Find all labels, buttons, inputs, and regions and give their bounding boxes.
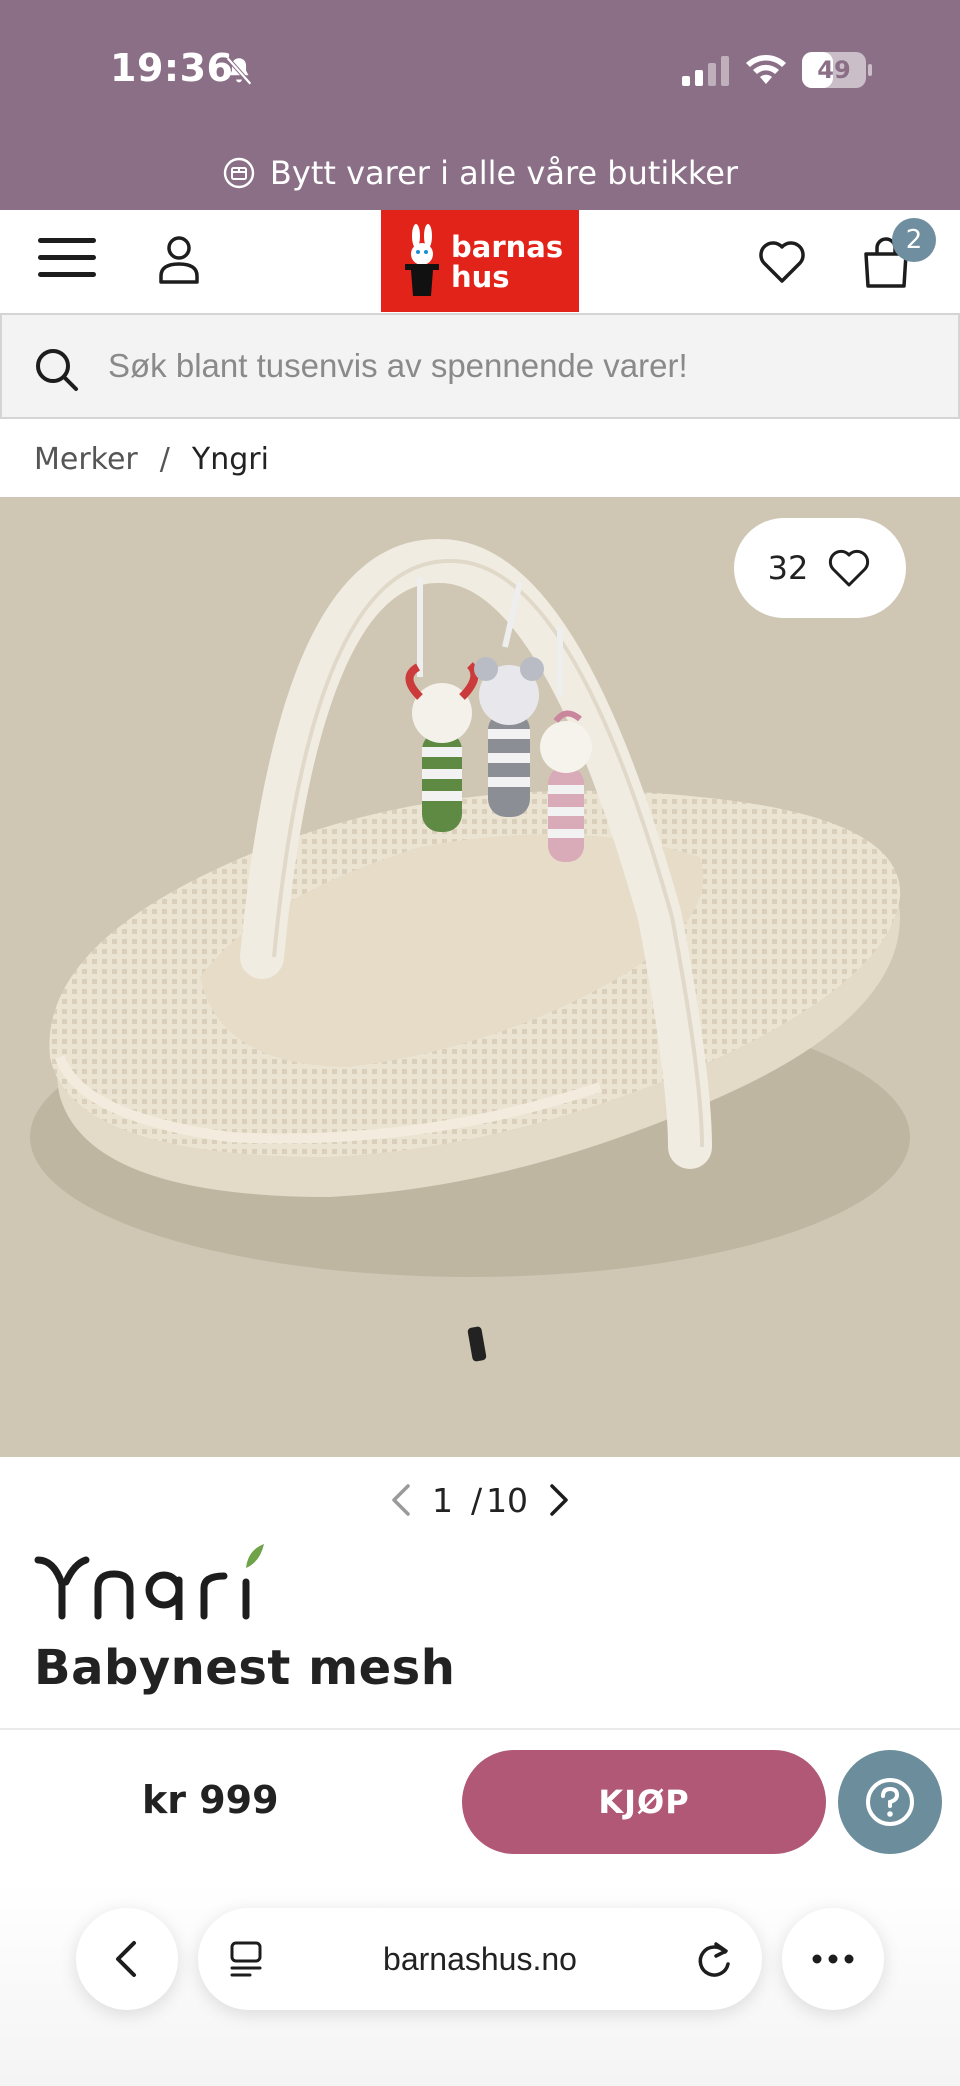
heart-icon[interactable] xyxy=(756,236,808,286)
logo-line-2: hus xyxy=(451,260,510,294)
signal-icon xyxy=(682,56,729,86)
reader-icon[interactable] xyxy=(228,1940,264,1978)
browser-address-bar[interactable]: barnashus.no xyxy=(198,1908,762,2010)
product-price: kr 999 xyxy=(142,1778,279,1822)
chevron-right-icon[interactable] xyxy=(546,1482,572,1518)
cart-count-badge[interactable]: 2 xyxy=(892,218,936,262)
image-pager: 1 / 10 xyxy=(380,1476,580,1524)
pager-total: 10 xyxy=(486,1480,529,1520)
back-icon xyxy=(116,1941,136,1977)
browser-domain: barnashus.no xyxy=(383,1941,577,1977)
search-icon[interactable] xyxy=(32,345,80,393)
help-button[interactable] xyxy=(838,1750,942,1854)
breadcrumb-separator: / xyxy=(159,441,170,477)
battery-level: 49 xyxy=(817,56,851,84)
search-bar xyxy=(0,313,960,419)
search-input[interactable] xyxy=(108,315,938,417)
divider xyxy=(0,1728,960,1730)
heart-icon xyxy=(829,549,870,587)
favorite-count-button[interactable]: 32 xyxy=(734,518,906,618)
product-image[interactable] xyxy=(0,497,960,1457)
logo-wordmark: barnas hus xyxy=(451,232,563,292)
chevron-left-icon[interactable] xyxy=(388,1482,414,1518)
bunny-logo-icon xyxy=(405,224,439,296)
promo-banner[interactable]: Bytt varer i alle våre butikker xyxy=(0,148,960,198)
promo-text: Bytt varer i alle våre butikker xyxy=(269,154,739,192)
user-icon[interactable] xyxy=(154,230,204,290)
browser-more-button[interactable] xyxy=(782,1908,884,2010)
battery-icon: 49 xyxy=(802,52,872,88)
reload-icon[interactable] xyxy=(694,1938,734,1980)
breadcrumb: Merker / Yngri xyxy=(34,436,269,482)
brand-logo-yngri[interactable] xyxy=(34,1540,274,1620)
browser-back-button[interactable] xyxy=(76,1908,178,2010)
babynest-illustration xyxy=(30,539,910,1362)
menu-icon[interactable] xyxy=(38,238,96,284)
status-time: 19:36 xyxy=(110,46,234,90)
bell-off-icon xyxy=(226,56,252,86)
question-icon xyxy=(866,1778,914,1826)
pager-separator: / xyxy=(470,1480,483,1520)
more-icon xyxy=(812,1954,854,1964)
logo-line-1: barnas xyxy=(451,230,564,264)
barnashus-logo[interactable]: barnas hus xyxy=(381,210,579,312)
exchange-icon xyxy=(223,157,255,189)
breadcrumb-link-merker[interactable]: Merker xyxy=(34,442,138,477)
pager-current: 1 xyxy=(431,1480,453,1520)
site-header: barnas hus xyxy=(0,210,960,312)
wifi-icon xyxy=(746,55,786,84)
product-title: Babynest mesh xyxy=(34,1640,456,1696)
breadcrumb-current: Yngri xyxy=(191,441,269,477)
buy-button[interactable]: KJØP xyxy=(462,1750,826,1854)
favorite-count: 32 xyxy=(767,549,809,587)
